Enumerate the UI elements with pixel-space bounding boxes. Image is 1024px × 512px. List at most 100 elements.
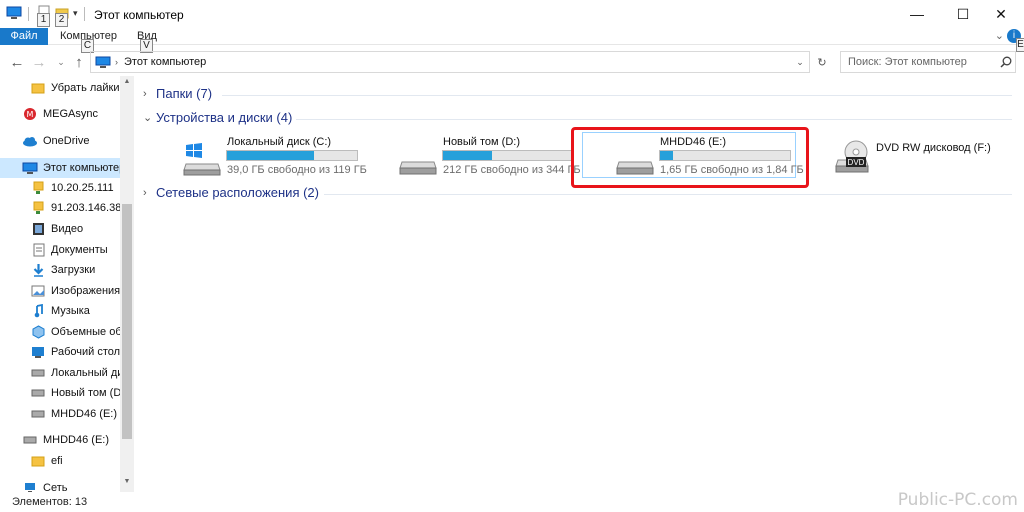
sidebar-item-efi[interactable]: efi <box>0 451 120 471</box>
keytip-2: 2 <box>55 13 68 27</box>
watermark-text: Public-PC.com <box>897 490 1018 510</box>
group-devices-label: Устройства и диски (4) <box>156 110 293 125</box>
back-button[interactable]: ← <box>8 52 26 72</box>
group-divider <box>222 95 1012 96</box>
svg-text:M: M <box>27 110 34 119</box>
search-icon[interactable] <box>997 56 1015 68</box>
sidebar-item-folder[interactable]: Убрать лайки Вк <box>0 78 120 98</box>
sidebar-item-label: Загрузки <box>51 264 96 276</box>
sidebar-item-this-pc[interactable]: Этот компьютер <box>0 158 120 178</box>
chevron-down-icon[interactable]: ⌄ <box>143 111 153 124</box>
status-item-count: Элементов: 13 <box>12 496 88 508</box>
sidebar-item-label: Сеть <box>43 482 68 492</box>
computer-icon[interactable] <box>6 6 22 20</box>
video-icon <box>30 222 46 236</box>
sidebar-item-network[interactable]: Сеть <box>0 478 120 492</box>
drive-usage-fill <box>443 151 493 160</box>
address-bar[interactable]: › Этот компьютер ⌄ ↻ <box>90 51 827 73</box>
sidebar-item-onedrive[interactable]: OneDrive <box>0 131 120 151</box>
ribbon: Файл Компьютер C Вид V ⌄ i E <box>0 28 1024 53</box>
title-separator-2 <box>84 7 85 21</box>
sidebar-item-label: Документы <box>51 244 108 256</box>
sidebar-item-documents[interactable]: Документы <box>0 240 120 260</box>
sidebar-item-label: OneDrive <box>43 135 90 147</box>
chevron-right-icon[interactable]: › <box>143 187 153 199</box>
documents-icon <box>30 243 46 257</box>
group-divider <box>324 194 1012 195</box>
drive-free-space: 212 ГБ свободно из 344 ГБ <box>443 164 581 176</box>
3d-objects-icon <box>30 325 46 339</box>
ribbon-expand-icon[interactable]: ⌄ <box>995 29 1004 42</box>
sidebar-item-3d-objects[interactable]: Объемные объ <box>0 322 120 342</box>
sidebar-item-new-volume[interactable]: Новый том (D:) <box>0 383 120 403</box>
sidebar-item-label: Новый том (D:) <box>51 387 120 399</box>
sidebar-scrollbar[interactable]: ▲ ▼ <box>120 76 134 492</box>
navigation-row: ← → ⌄ ↑ › Этот компьютер ⌄ ↻ Поиск: Этот… <box>0 48 1024 76</box>
chevron-right-icon[interactable]: › <box>143 88 153 100</box>
navigation-pane: Убрать лайки Вк M MEGAsync OneDrive Этот… <box>0 76 134 492</box>
group-divider <box>296 119 1012 120</box>
group-network[interactable]: › Сетевые расположения (2) <box>143 185 319 200</box>
sidebar-item-label: Музыка <box>51 305 90 317</box>
sidebar-item-desktop[interactable]: Рабочий стол <box>0 342 120 362</box>
sidebar-item-label: MEGAsync <box>43 108 99 120</box>
sidebar-item-local-disk[interactable]: Локальный дис <box>0 363 120 383</box>
breadcrumb-path[interactable]: Этот компьютер <box>124 56 206 68</box>
sidebar-item-downloads[interactable]: Загрузки <box>0 260 120 280</box>
sidebar-item-label: Убрать лайки Вк <box>51 82 120 94</box>
forward-button[interactable]: → <box>30 52 48 72</box>
group-folders-label: Папки (7) <box>156 86 213 101</box>
drive-tile-e[interactable]: MHDD46 (E:) 1,65 ГБ свободно из 1,84 ГБ <box>615 132 804 182</box>
minimize-button[interactable]: — <box>894 0 940 28</box>
scrollbar-thumb[interactable] <box>122 204 132 439</box>
drive-free-space: 1,65 ГБ свободно из 1,84 ГБ <box>660 164 804 176</box>
mega-icon: M <box>22 107 38 121</box>
sidebar-item-mhdd46-root[interactable]: MHDD46 (E:) <box>0 430 120 450</box>
close-button[interactable]: ✕ <box>978 0 1024 28</box>
images-icon <box>30 284 46 298</box>
drive-name: MHDD46 (E:) <box>660 136 727 148</box>
recent-locations-icon[interactable]: ⌄ <box>52 52 70 72</box>
customize-toolbar-icon[interactable]: ▾ <box>73 8 78 19</box>
search-input[interactable]: Поиск: Этот компьютер <box>848 56 997 68</box>
sidebar-item-network-drive[interactable]: 91.203.146.38 <box>0 198 120 218</box>
drive-icon <box>30 386 46 400</box>
sidebar-item-pictures[interactable]: Изображения <box>0 281 120 301</box>
scroll-up-icon[interactable]: ▲ <box>120 78 134 90</box>
drive-icon <box>30 366 46 380</box>
sidebar-item-mhdd46[interactable]: MHDD46 (E:) <box>0 404 120 424</box>
group-network-label: Сетевые расположения (2) <box>156 185 319 200</box>
drive-name: Новый том (D:) <box>443 136 520 148</box>
sidebar-item-label: Локальный дис <box>51 367 120 379</box>
file-tab[interactable]: Файл <box>0 28 48 45</box>
group-folders[interactable]: › Папки (7) <box>143 86 212 101</box>
drive-usage-bar <box>442 150 574 161</box>
hard-drive-icon <box>399 161 437 175</box>
desktop-icon <box>30 345 46 359</box>
sidebar-item-music[interactable]: Музыка <box>0 301 120 321</box>
music-icon <box>30 304 46 318</box>
sidebar-item-megasync[interactable]: M MEGAsync <box>0 104 120 124</box>
sidebar-item-label: Этот компьютер <box>43 162 120 174</box>
download-icon <box>30 263 46 277</box>
refresh-icon[interactable]: ↻ <box>813 52 831 72</box>
folder-icon <box>30 454 46 468</box>
drive-tile-c[interactable]: Локальный диск (C:) 39,0 ГБ свободно из … <box>182 132 367 182</box>
address-dropdown-icon[interactable]: ⌄ <box>791 52 809 72</box>
sidebar-item-label: Видео <box>51 223 84 235</box>
drive-icon <box>22 433 38 447</box>
folder-icon <box>30 81 46 95</box>
drive-tile-d[interactable]: Новый том (D:) 212 ГБ свободно из 344 ГБ <box>398 132 581 182</box>
drive-tile-f[interactable]: DVD DVD RW дисковод (F:) <box>832 132 1012 182</box>
up-button[interactable]: ↑ <box>70 52 88 72</box>
title-bar: 1 2 ▾ Этот компьютер — ☐ ✕ <box>0 0 1024 28</box>
drive-usage-fill <box>227 151 315 160</box>
sidebar-item-network-drive[interactable]: 10.20.25.111 <box>0 178 120 198</box>
title-separator <box>28 7 29 21</box>
drive-icon <box>30 407 46 421</box>
search-box[interactable]: Поиск: Этот компьютер <box>840 51 1016 73</box>
group-devices[interactable]: ⌄ Устройства и диски (4) <box>143 110 292 125</box>
scroll-down-icon[interactable]: ▼ <box>120 478 134 490</box>
sidebar-item-videos[interactable]: Видео <box>0 219 120 239</box>
breadcrumb-separator-icon[interactable]: › <box>115 57 118 67</box>
